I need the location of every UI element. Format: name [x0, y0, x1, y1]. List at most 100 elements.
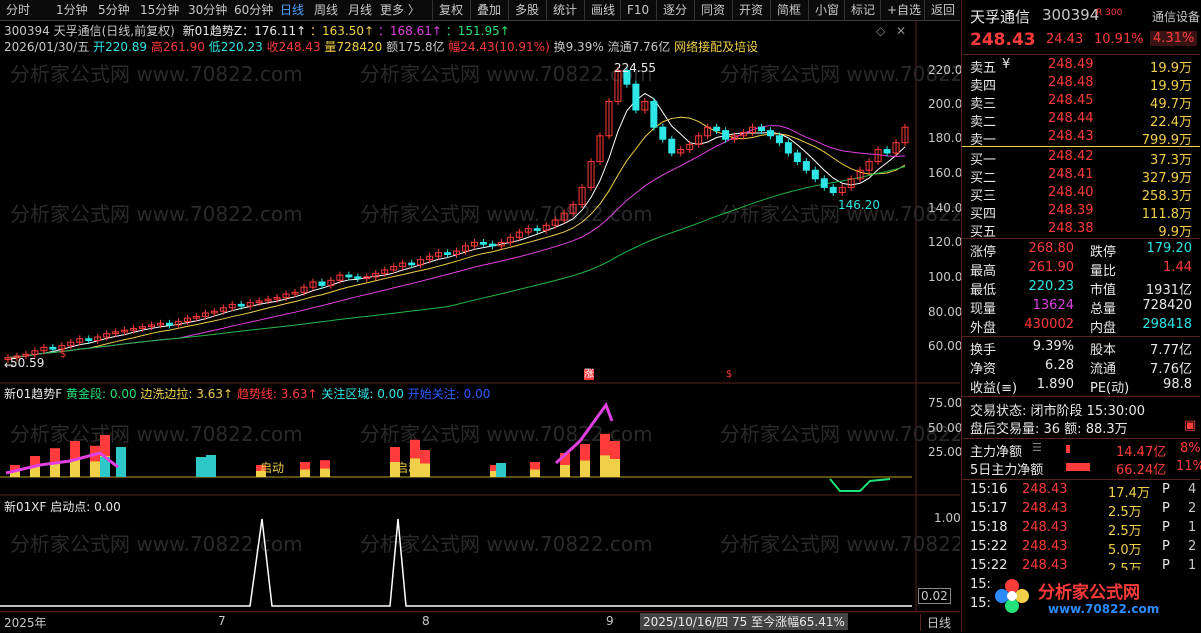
bid-row[interactable]: 买二 248.41 327.9万	[962, 167, 1200, 186]
bid-row[interactable]: 买一 248.42 37.3万	[962, 149, 1200, 168]
stat-key: 收益(≡)	[970, 381, 1018, 396]
adjust-button[interactable]: 复权	[432, 0, 463, 20]
tick-row[interactable]: 15:18 248.43 2.5万 P 1	[962, 520, 1200, 539]
stat-value: 1931亿	[1145, 283, 1192, 298]
back-button[interactable]: 返回	[924, 0, 955, 20]
mark-button[interactable]: 标记	[844, 0, 875, 20]
logo-text: 分析家公式网	[1038, 583, 1140, 603]
focus-bar	[116, 447, 126, 477]
candle-body	[659, 126, 667, 140]
ask-row[interactable]: 卖四 248.48 19.9万	[962, 75, 1200, 94]
watermark-text: 分析家公式网 www.70822.com	[360, 202, 653, 226]
stat-value: 261.90	[1028, 260, 1075, 275]
close-icon[interactable]: ✕	[896, 24, 906, 38]
concept-tag[interactable]: 网络接配及培设	[674, 40, 758, 54]
price-tick: 160.0	[928, 166, 963, 180]
stat-value: 7.77亿	[1150, 343, 1192, 358]
mini-window-button[interactable]: 小窗	[808, 0, 839, 20]
tab-5min[interactable]: 5分钟	[98, 0, 130, 20]
watermark-text: 分析家公式网 www.70822.com	[10, 202, 303, 226]
tick-row[interactable]: 15:17 248.43 2.5万 P 2	[962, 501, 1200, 520]
ask-row[interactable]: 卖二 248.44 22.4万	[962, 111, 1200, 130]
f10-button[interactable]: F10	[620, 0, 649, 20]
marker-icon: $	[60, 349, 67, 360]
tick-button[interactable]: 逐分	[656, 0, 687, 20]
bid-row[interactable]: 买五 248.38 9.9万	[962, 221, 1200, 240]
ask-row[interactable]: 卖三 248.45 49.7万	[962, 93, 1200, 112]
tick-count: 2	[1188, 501, 1197, 516]
bid-label: 买三	[970, 189, 997, 204]
watermark-text: 分析家公式网 www.70822.com	[720, 62, 960, 86]
tab-1min[interactable]: 1分钟	[56, 0, 88, 20]
tab-intraday[interactable]: 分时	[6, 0, 30, 20]
indicator-panel-bars	[0, 401, 912, 492]
period-label[interactable]: 日线	[920, 614, 951, 631]
stat-key: 流通	[1090, 362, 1117, 377]
tick-time: 15:17	[970, 501, 1008, 516]
watermark-text: 分析家公式网 www.70822.com	[10, 422, 303, 446]
close-label: 收	[266, 40, 279, 54]
tab-60min[interactable]: 60分钟	[234, 0, 273, 20]
industry-link[interactable]: 通信设备	[1152, 8, 1200, 25]
ask-price: 248.43	[1048, 129, 1094, 144]
tab-monthly[interactable]: 月线	[348, 0, 372, 20]
bid-label: 买四	[970, 207, 997, 222]
tab-daily[interactable]: 日线	[280, 0, 304, 20]
stat-row: 收益(≡) 1.890 PE(动) 98.8	[962, 377, 1200, 396]
multi-stock-button[interactable]: 多股	[508, 0, 539, 20]
last-price: 248.43	[970, 30, 1036, 50]
bid-price: 248.38	[1048, 221, 1094, 236]
tab-30min[interactable]: 30分钟	[188, 0, 227, 20]
expand-icon[interactable]: ▣	[1184, 418, 1196, 433]
candle-body	[632, 83, 640, 111]
quote-panel: 天孚通信 300394 R 300 通信设备 248.43 24.43 10.9…	[961, 0, 1201, 632]
tick-vol: 17.4万	[1108, 486, 1150, 501]
diamond-icon[interactable]: ◇	[876, 24, 885, 38]
trend-line	[829, 478, 891, 492]
price-tick: 180.0	[928, 131, 963, 145]
simple-frame-button[interactable]: 简框	[770, 0, 801, 20]
open-fund-button[interactable]: 开资	[732, 0, 763, 20]
tick-row[interactable]: 15:16 248.43 17.4万 P 4	[962, 482, 1200, 501]
candle-body	[318, 281, 326, 286]
bid-row[interactable]: 买四 248.39 111.8万	[962, 203, 1200, 222]
focus-bar	[496, 463, 506, 477]
add-watchlist-button[interactable]: +自选	[880, 0, 921, 20]
divider	[962, 54, 1200, 55]
chart-area[interactable]: 分析家公式网 www.70822.com 分析家公式网 www.70822.com…	[0, 21, 963, 611]
high-label: 高	[150, 40, 163, 54]
watermark-text: 分析家公式网 www.70822.com	[360, 532, 653, 556]
tab-weekly[interactable]: 周线	[314, 0, 338, 20]
arrow-left-icon: ←	[4, 358, 15, 372]
list-icon[interactable]: ☰	[1032, 441, 1042, 454]
draw-button[interactable]: 画线	[584, 0, 615, 20]
stock-name: 天孚通信	[970, 8, 1031, 26]
launch-tag: 启动	[396, 461, 421, 475]
price-tick: 140.0	[928, 201, 963, 215]
tab-more[interactable]: 更多 〉	[380, 0, 420, 20]
tick-row[interactable]: 15:22 248.43 5.0万 P 2	[962, 539, 1200, 558]
stats-button[interactable]: 统计	[546, 0, 577, 20]
panel3-tick: 0.02	[918, 588, 951, 604]
price-tick: 100.0	[928, 270, 963, 284]
focus-bar	[196, 457, 206, 477]
watermark-text: 分析家公式网 www.70822.com	[360, 62, 653, 86]
tick-side: P	[1162, 501, 1170, 516]
same-fund-button[interactable]: 同资	[694, 0, 725, 20]
tick-vol: 5.0万	[1108, 543, 1142, 558]
tick-count: 1	[1188, 520, 1197, 535]
overlay-button[interactable]: 叠加	[470, 0, 501, 20]
ask-row[interactable]: 卖五 ¥ 248.49 19.9万	[962, 57, 1200, 76]
stat-key: PE(动)	[1090, 381, 1130, 396]
price-tick: 60.00	[928, 339, 963, 353]
price-tick: 200.0	[928, 97, 963, 111]
tab-15min[interactable]: 15分钟	[140, 0, 179, 20]
divider	[962, 438, 1200, 439]
bid-row[interactable]: 买三 248.40 258.3万	[962, 185, 1200, 204]
candle-body	[722, 130, 730, 140]
candle-body	[533, 228, 541, 231]
stat-key: 外盘	[970, 321, 997, 336]
ask-row[interactable]: 卖一 248.43 799.9万	[962, 129, 1200, 148]
candle-body	[237, 303, 245, 307]
chart-canvas[interactable]: 分析家公式网 www.70822.com 分析家公式网 www.70822.com…	[0, 21, 960, 611]
